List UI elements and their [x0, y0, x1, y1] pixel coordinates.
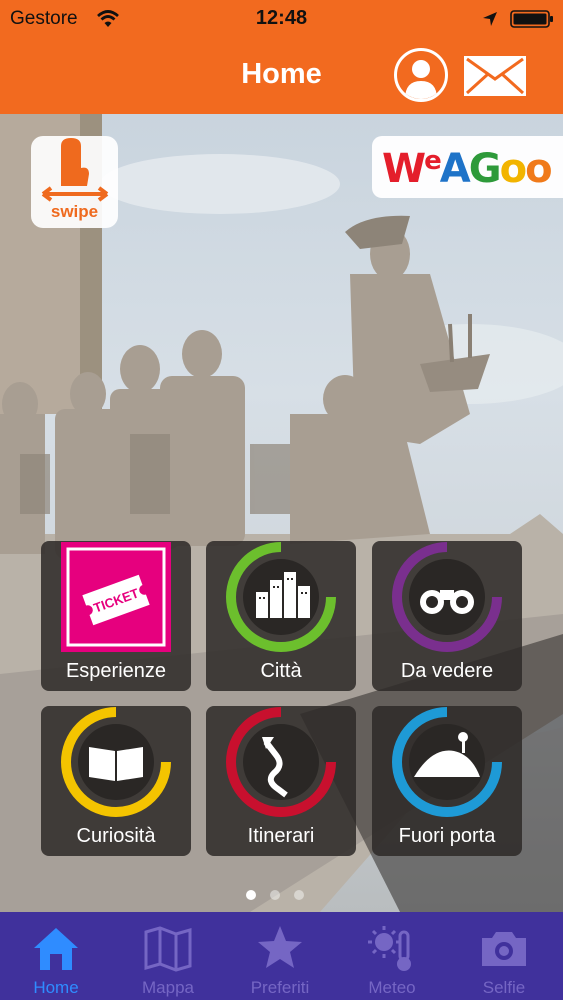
tile-fuori-porta[interactable]: Fuori porta [372, 706, 522, 856]
landscape-icon [392, 707, 502, 817]
tile-curiosita[interactable]: Curiosità [41, 706, 191, 856]
tile-citta[interactable]: Città [206, 541, 356, 691]
tile-label: Curiosità [76, 825, 156, 847]
profile-button[interactable] [394, 48, 448, 102]
swipe-gesture-icon [41, 138, 109, 202]
tab-preferiti[interactable]: Preferiti [224, 912, 336, 1000]
binoculars-icon [392, 542, 502, 652]
swipe-label: swipe [50, 202, 99, 221]
brand-letter: e [424, 146, 442, 176]
tile-esperienze[interactable]: TICKET Esperienze [41, 541, 191, 691]
tile-label: Da vedere [400, 660, 494, 682]
page-dot[interactable] [294, 890, 304, 900]
page-dot-active[interactable] [246, 890, 256, 900]
brand-letter: o [525, 146, 553, 192]
tile-label: Città [260, 660, 302, 682]
tab-bar: Home Mappa Preferiti Meteo Selfie [0, 912, 563, 1000]
brand-logo: WeAGoo [372, 136, 563, 198]
tile-label: Itinerari [247, 825, 315, 847]
tab-selfie[interactable]: Selfie [448, 912, 560, 1000]
envelope-icon[interactable] [463, 55, 527, 97]
user-icon [405, 60, 437, 99]
swipe-hint-badge[interactable]: swipe [31, 136, 118, 228]
winding-road-icon [226, 707, 336, 817]
tab-meteo[interactable]: Meteo [336, 912, 448, 1000]
map-icon [144, 926, 192, 972]
tab-home[interactable]: Home [0, 912, 112, 1000]
tile-label: Fuori porta [398, 825, 496, 847]
tab-label: Meteo [368, 978, 416, 997]
status-bar: Gestore 12:48 [0, 0, 563, 40]
ticket-icon: TICKET [61, 542, 171, 652]
tab-mappa[interactable]: Mappa [112, 912, 224, 1000]
page-dot[interactable] [270, 890, 280, 900]
tile-itinerari[interactable]: Itinerari [206, 706, 356, 856]
camera-icon [482, 932, 526, 966]
tile-label: Esperienze [65, 660, 167, 682]
brand-letter: o [499, 146, 528, 192]
location-arrow-icon [483, 12, 497, 26]
clock-time: 12:48 [255, 7, 308, 29]
brand-letter: W [382, 146, 426, 192]
tile-da-vedere[interactable]: Da vedere [372, 541, 522, 691]
home-icon [34, 928, 78, 970]
star-icon [258, 926, 302, 968]
battery-icon [510, 10, 553, 28]
nav-header: Home [0, 40, 563, 114]
open-book-icon [61, 707, 171, 817]
weather-sun-thermometer-icon [368, 926, 411, 971]
tab-label: Mappa [142, 978, 194, 997]
tab-label: Selfie [482, 978, 526, 997]
tab-label: Preferiti [250, 978, 310, 997]
brand-letter: G [468, 146, 502, 192]
brand-letter: A [439, 146, 471, 192]
tab-label: Home [33, 978, 79, 997]
city-buildings-icon [226, 542, 336, 652]
